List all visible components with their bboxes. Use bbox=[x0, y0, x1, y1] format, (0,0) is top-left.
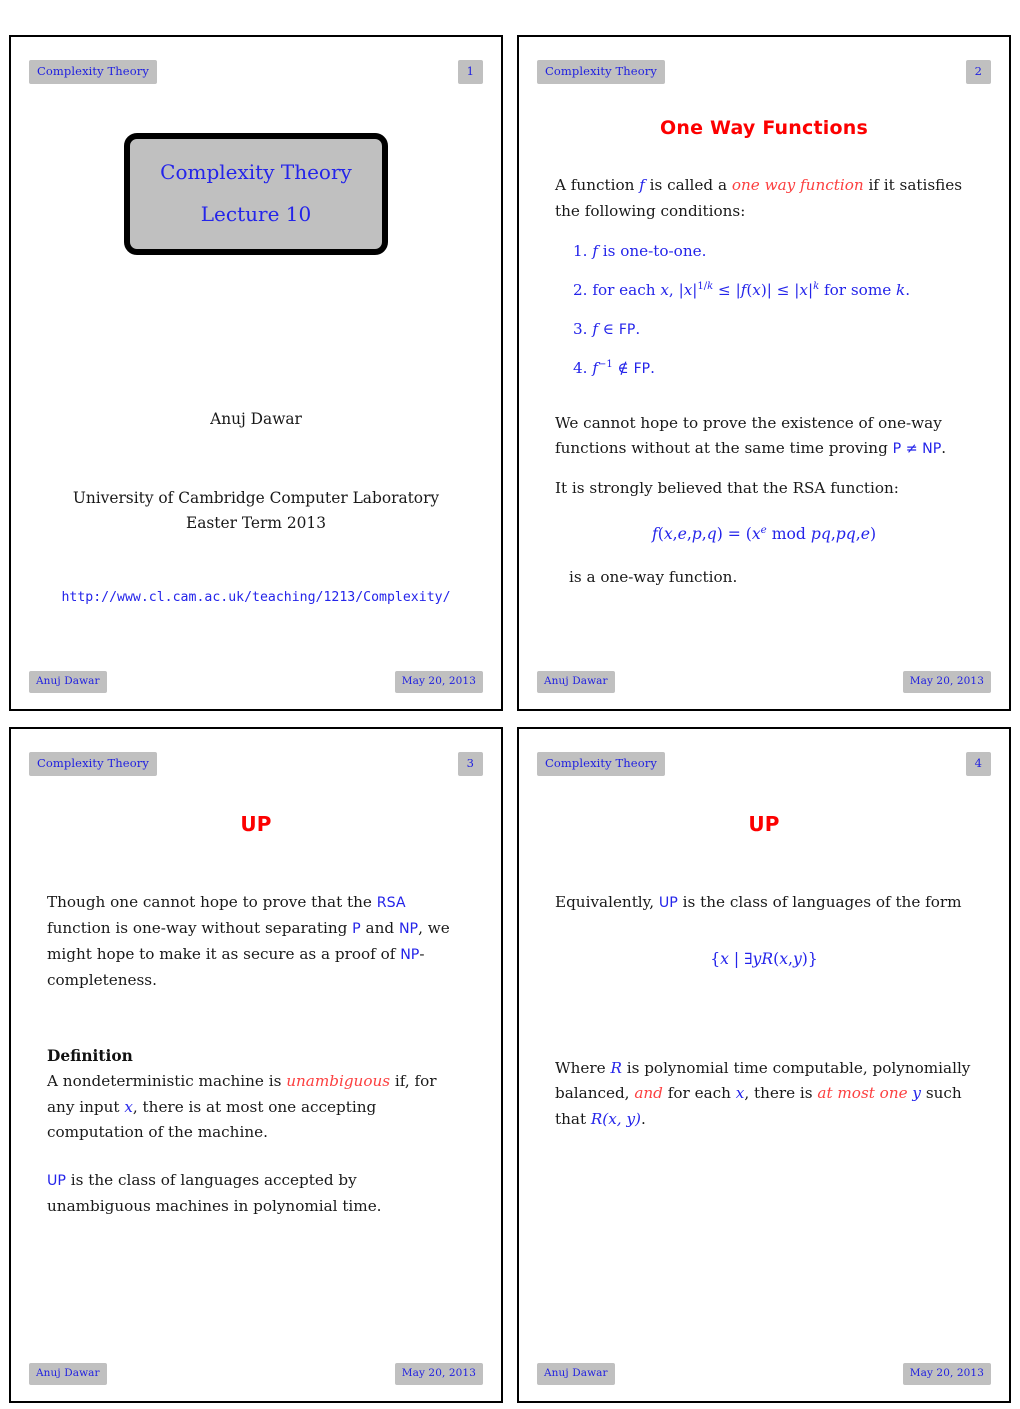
definition-heading: Definition bbox=[47, 1047, 133, 1066]
definition-paragraph: A nondeterministic machine is unambiguou… bbox=[47, 1069, 465, 1146]
affiliation-line-2: Easter Term 2013 bbox=[185, 513, 327, 532]
footer-author-badge: Anuj Dawar bbox=[537, 1363, 615, 1385]
rsa-text-c: and bbox=[360, 918, 399, 937]
rel-symbol-Rxy: R(x, y) bbox=[590, 1109, 641, 1128]
slide-footer: Anuj Dawar May 20, 2013 bbox=[11, 1361, 501, 1387]
cannot-prove-paragraph: We cannot hope to prove the existence of… bbox=[555, 411, 973, 462]
slide-1-body: Complexity Theory Lecture 10 Anuj Dawar … bbox=[11, 95, 501, 661]
list-item-number: 4. bbox=[573, 359, 588, 378]
header-page-badge: 3 bbox=[457, 751, 483, 777]
page-title: UP bbox=[240, 812, 272, 836]
p-label: P bbox=[352, 920, 361, 937]
page-title: One Way Functions bbox=[660, 117, 868, 139]
rel-text-a: Where bbox=[555, 1058, 611, 1077]
equiv-text-a: Equivalently, bbox=[555, 893, 659, 911]
rsa-belief-paragraph: It is strongly believed that the RSA fun… bbox=[555, 479, 899, 498]
rel-symbol-R: R bbox=[610, 1058, 622, 1077]
cannot-prove-text-a: We cannot hope to prove the existence of… bbox=[555, 413, 942, 458]
rel-phrase-at-most-one: at most one bbox=[817, 1084, 908, 1103]
header-course-badge: Complexity Theory bbox=[537, 751, 665, 777]
up-class-paragraph: UP is the class of languages accepted by… bbox=[47, 1168, 465, 1219]
p-neq-np: P ≠ NP bbox=[892, 441, 942, 458]
equivalently-paragraph: Equivalently, UP is the class of languag… bbox=[555, 890, 973, 916]
header-page-badge: 2 bbox=[965, 59, 991, 85]
author-name: Anuj Dawar bbox=[210, 410, 302, 428]
intro-term-one-way-function: one way function bbox=[731, 176, 864, 194]
rel-symbol-y: y bbox=[912, 1084, 922, 1103]
intro-paragraph: A function f is called a one way functio… bbox=[555, 173, 973, 224]
rsa-secure-paragraph: Though one cannot hope to prove that the… bbox=[47, 890, 465, 993]
list-item-text: is one-to-one. bbox=[597, 242, 707, 261]
rel-text-c: for each bbox=[662, 1084, 736, 1103]
relation-condition-paragraph: Where R is polynomial time computable, p… bbox=[555, 1056, 973, 1133]
header-page-badge: 4 bbox=[965, 751, 991, 777]
affiliation-line-1: University of Cambridge Computer Laborat… bbox=[72, 488, 440, 507]
up-set-equation: {x | ∃yR(x,y)} bbox=[710, 949, 818, 968]
intro-text-b: is called a bbox=[644, 176, 732, 194]
lecture-title-box-wrap: Complexity Theory Lecture 10 bbox=[47, 133, 465, 255]
footer-author-badge: Anuj Dawar bbox=[29, 1363, 107, 1385]
lecture-title-line1: Complexity Theory bbox=[160, 160, 352, 184]
header-course-badge: Complexity Theory bbox=[29, 59, 157, 85]
slide-footer: Anuj Dawar May 20, 2013 bbox=[519, 1361, 1009, 1387]
np-label: NP bbox=[398, 920, 419, 937]
rel-text-d: , there is bbox=[744, 1084, 818, 1103]
slide-header: Complexity Theory 2 bbox=[519, 59, 1009, 85]
lecture-title-line2: Lecture 10 bbox=[200, 202, 312, 226]
slide-footer: Anuj Dawar May 20, 2013 bbox=[11, 669, 501, 695]
rsa-equation: f(x,e,p,q) = (xe mod pq,pq,e) bbox=[651, 523, 877, 543]
slide-1: Complexity Theory 1 Complexity Theory Le… bbox=[9, 35, 503, 711]
rsa-label: RSA bbox=[376, 895, 406, 911]
page-title: UP bbox=[748, 812, 780, 836]
def-symbol-x: x bbox=[124, 1097, 133, 1116]
footer-date-badge: May 20, 2013 bbox=[902, 671, 991, 693]
footer-date-badge: May 20, 2013 bbox=[902, 1363, 991, 1385]
footer-author-badge: Anuj Dawar bbox=[537, 671, 615, 693]
slide-sheet: Complexity Theory 1 Complexity Theory Le… bbox=[0, 0, 1020, 1409]
np-label-2: NP bbox=[400, 946, 420, 963]
is-one-way-paragraph: is a one-way function. bbox=[569, 567, 738, 586]
header-course-badge: Complexity Theory bbox=[537, 59, 665, 85]
up-label: UP bbox=[658, 895, 678, 911]
conditions-list: 1. f is one-to-one. 2. for each x, |x|1/… bbox=[555, 240, 973, 380]
header-course-badge: Complexity Theory bbox=[29, 751, 157, 777]
list-item: 3. f ∈ FP. bbox=[573, 320, 641, 339]
rsa-text-a: Though one cannot hope to prove that the bbox=[47, 893, 377, 911]
cannot-prove-text-b: . bbox=[941, 439, 947, 458]
course-url[interactable]: http://www.cl.cam.ac.uk/teaching/1213/Co… bbox=[47, 590, 465, 605]
slide-4-body: UP Equivalently, UP is the class of lang… bbox=[519, 787, 1009, 1353]
slide-2-body: One Way Functions A function f is called… bbox=[519, 95, 1009, 661]
rel-text-g: . bbox=[640, 1109, 646, 1128]
up-label: UP bbox=[47, 1172, 66, 1189]
slide-3-body: UP Though one cannot hope to prove that … bbox=[11, 787, 501, 1353]
lecture-title-box: Complexity Theory Lecture 10 bbox=[124, 133, 388, 255]
slide-header: Complexity Theory 4 bbox=[519, 751, 1009, 777]
footer-author-badge: Anuj Dawar bbox=[29, 671, 107, 693]
list-item: 2. for each x, |x|1/k ≤ |f(x)| ≤ |x|k fo… bbox=[573, 281, 911, 300]
list-item: 4. f−1 ∉ FP. bbox=[573, 359, 655, 378]
def-term-unambiguous: unambiguous bbox=[286, 1072, 391, 1091]
list-item-number: 2. bbox=[573, 281, 588, 300]
equiv-text-b: is the class of languages of the form bbox=[677, 893, 962, 911]
slide-footer: Anuj Dawar May 20, 2013 bbox=[519, 669, 1009, 695]
footer-date-badge: May 20, 2013 bbox=[394, 1363, 483, 1385]
footer-date-badge: May 20, 2013 bbox=[394, 671, 483, 693]
slide-3: Complexity Theory 3 UP Though one cannot… bbox=[9, 727, 503, 1403]
header-page-badge: 1 bbox=[457, 59, 483, 85]
up-class-text: is the class of languages accepted by un… bbox=[47, 1170, 382, 1215]
def-text-a: A nondeterministic machine is bbox=[47, 1072, 287, 1091]
list-item-number: 1. bbox=[573, 242, 588, 261]
slide-header: Complexity Theory 1 bbox=[11, 59, 501, 85]
list-item: 1. f is one-to-one. bbox=[573, 240, 973, 262]
rel-keyword-and: and bbox=[634, 1084, 663, 1103]
intro-text-a: A function bbox=[555, 176, 640, 194]
slide-4: Complexity Theory 4 UP Equivalently, UP … bbox=[517, 727, 1011, 1403]
slide-header: Complexity Theory 3 bbox=[11, 751, 501, 777]
slide-2: Complexity Theory 2 One Way Functions A … bbox=[517, 35, 1011, 711]
list-item-number: 3. bbox=[573, 320, 588, 339]
rsa-text-b: function is one-way without separating bbox=[47, 918, 353, 937]
